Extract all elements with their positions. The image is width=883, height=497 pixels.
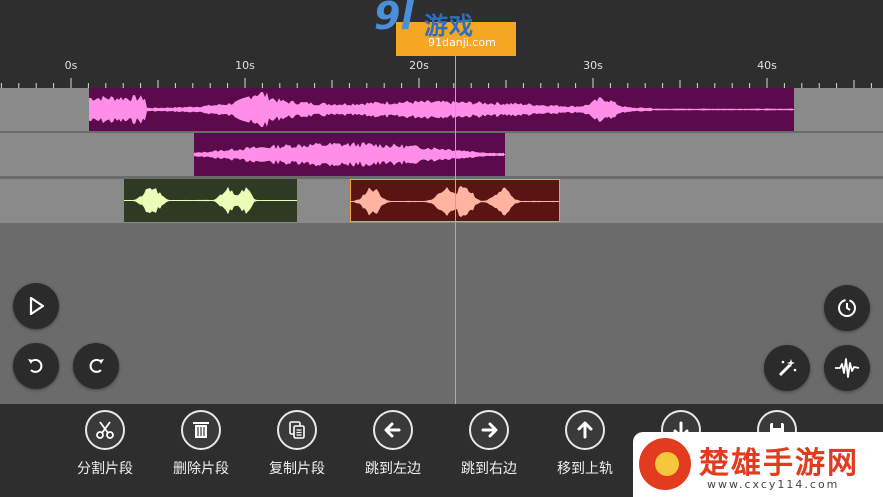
- trash-icon: [181, 410, 221, 450]
- move-up-button[interactable]: 移到上轨: [545, 410, 625, 478]
- tick-label-30s: 30s: [583, 59, 603, 72]
- waveform: [194, 142, 505, 167]
- waveform-icon: [835, 358, 860, 378]
- watermark-logo-bottom: 楚雄手游网 www.cxcy114.com: [633, 432, 883, 497]
- watermark-big-text: 9l: [374, 0, 414, 38]
- copy-clip-label: 复制片段: [269, 461, 325, 477]
- undo-icon: [28, 358, 43, 373]
- magic-wand-icon: [778, 359, 797, 377]
- play-button[interactable]: [13, 283, 59, 329]
- undo-button[interactable]: [13, 343, 59, 389]
- waveform: [89, 92, 794, 127]
- workspace: [0, 224, 883, 404]
- jump-right-button[interactable]: 跳到右边: [449, 410, 529, 478]
- redo-icon: [89, 358, 104, 373]
- redo-button[interactable]: [73, 343, 119, 389]
- audio-clip[interactable]: [89, 88, 794, 131]
- history-button[interactable]: [824, 285, 870, 331]
- jump-left-label: 跳到左边: [365, 461, 421, 477]
- move-up-label: 移到上轨: [557, 461, 613, 477]
- watermark-logo-top: 9l 游戏 91danji.com: [372, 0, 518, 58]
- jump-left-button[interactable]: 跳到左边: [353, 410, 433, 478]
- audio-editor: 0s 10s 20s 30s 40s 分割片段 删除片段 复制片段 跳到左边 跳…: [0, 0, 883, 497]
- tick-label-40s: 40s: [757, 59, 777, 72]
- scissors-icon: [85, 410, 125, 450]
- play-icon: [29, 296, 45, 316]
- arrow-right-icon: [469, 410, 509, 450]
- watermark-site: www.cxcy114.com: [707, 478, 840, 491]
- arrow-left-icon: [373, 410, 413, 450]
- audio-clip[interactable]: [124, 179, 297, 222]
- effects-button[interactable]: [764, 345, 810, 391]
- waveform: [124, 186, 297, 215]
- arrow-up-icon: [565, 410, 605, 450]
- copy-clip-button[interactable]: 复制片段: [257, 410, 337, 478]
- tick-label-20s: 20s: [409, 59, 429, 72]
- split-clip-button[interactable]: 分割片段: [65, 410, 145, 478]
- playhead[interactable]: [455, 24, 456, 404]
- waveform-button[interactable]: [824, 345, 870, 391]
- watermark-title: 楚雄手游网: [699, 446, 859, 481]
- watermark-url: 91danji.com: [428, 36, 496, 49]
- audio-clip[interactable]: [194, 133, 505, 176]
- delete-clip-label: 删除片段: [173, 461, 229, 477]
- clock-icon: [838, 299, 856, 317]
- brand-logo-icon: [639, 438, 691, 490]
- copy-icon: [277, 410, 317, 450]
- jump-right-label: 跳到右边: [461, 461, 517, 477]
- tick-label-10s: 10s: [235, 59, 255, 72]
- tick-label-0s: 0s: [64, 59, 78, 72]
- split-clip-label: 分割片段: [77, 461, 133, 477]
- delete-clip-button[interactable]: 删除片段: [161, 410, 241, 478]
